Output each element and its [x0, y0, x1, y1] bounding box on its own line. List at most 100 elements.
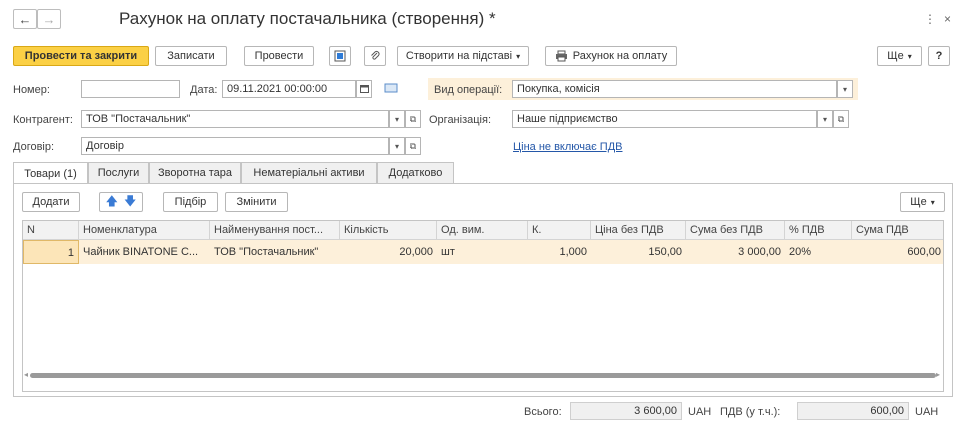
post-and-close-button[interactable]: Провести та закрити: [13, 46, 149, 66]
table-more-button[interactable]: Ще ▾: [900, 192, 945, 212]
chevron-down-icon: ▾: [394, 141, 399, 151]
goods-table[interactable]: N Номенклатура Найменування пост... Кіль…: [22, 220, 944, 392]
scroll-left-icon[interactable]: ◂: [24, 370, 28, 379]
cell-vat-rate[interactable]: 20%: [785, 240, 852, 264]
more-options-icon[interactable]: ⋮: [924, 12, 936, 26]
tab-services[interactable]: Послуги: [88, 162, 149, 183]
cell-supplier-name[interactable]: ТОВ "Постачальник": [210, 240, 340, 264]
col-header-supplier-name[interactable]: Найменування пост...: [210, 221, 340, 239]
vat-currency: UAH: [915, 406, 939, 418]
selection-button[interactable]: Підбір: [163, 192, 218, 212]
move-up-icon[interactable]: 🡅: [106, 192, 118, 213]
help-button[interactable]: ?: [928, 46, 950, 66]
table-row[interactable]: 1 Чайник BINATONE C... ТОВ "Постачальник…: [23, 240, 943, 264]
date-field[interactable]: 09.11.2021 00:00:00: [222, 80, 356, 98]
cell-price[interactable]: 150,00: [591, 240, 686, 264]
more-button[interactable]: Ще ▾: [877, 46, 922, 66]
cell-nomenclature[interactable]: Чайник BINATONE C...: [79, 240, 210, 264]
post-button[interactable]: Провести: [244, 46, 314, 66]
page-title: Рахунок на оплату постачальника (створен…: [119, 9, 496, 28]
cell-n[interactable]: 1: [23, 240, 79, 264]
create-based-button[interactable]: Створити на підставі ▾: [397, 46, 529, 66]
back-arrow-icon: ←: [18, 11, 32, 27]
forward-arrow-icon: →: [42, 11, 56, 27]
operation-field[interactable]: Покупка, комісія: [512, 80, 837, 98]
calendar-button[interactable]: [356, 80, 372, 98]
back-button[interactable]: ←: [13, 9, 37, 29]
report-icon: [334, 50, 346, 62]
operation-label: Вид операції:: [434, 84, 503, 96]
vat-mode-link[interactable]: Ціна не включає ПДВ: [513, 141, 623, 153]
report-button[interactable]: [329, 46, 351, 66]
tab-additional[interactable]: Додатково: [377, 162, 454, 183]
counterparty-dropdown-button[interactable]: ▾: [389, 110, 405, 128]
dropdown-arrow-icon: ▾: [930, 197, 935, 207]
vat-total-label: ПДВ (у т.ч.):: [720, 406, 781, 418]
tab-goods[interactable]: Товари (1): [13, 162, 88, 184]
forward-button[interactable]: →: [37, 9, 61, 29]
col-header-amount[interactable]: Сума без ПДВ: [686, 221, 785, 239]
counterparty-open-button[interactable]: ⧉: [405, 110, 421, 128]
add-row-button[interactable]: Додати: [22, 192, 80, 212]
create-based-label: Створити на підставі: [405, 50, 513, 62]
horizontal-scrollbar[interactable]: [30, 373, 936, 378]
open-form-icon: ⧉: [409, 113, 417, 124]
organization-field[interactable]: Наше підприємство: [512, 110, 817, 128]
col-header-vat-amount[interactable]: Сума ПДВ: [852, 221, 943, 239]
chevron-down-icon: ▾: [822, 114, 827, 124]
cell-unit[interactable]: шт: [437, 240, 528, 264]
date-edit-icon[interactable]: [384, 82, 398, 97]
tab-returnable-packaging[interactable]: Зворотна тара: [149, 162, 241, 183]
contract-field[interactable]: Договір: [81, 137, 389, 155]
col-header-unit[interactable]: Од. вим.: [437, 221, 528, 239]
move-buttons: 🡅 🡇: [99, 192, 143, 212]
organization-dropdown-button[interactable]: ▾: [817, 110, 833, 128]
col-header-quantity[interactable]: Кількість: [340, 221, 437, 239]
change-button[interactable]: Змінити: [225, 192, 288, 212]
more-label: Ще: [887, 50, 904, 62]
vat-total-field: 600,00: [797, 402, 909, 420]
move-down-icon[interactable]: 🡇: [124, 192, 136, 213]
col-header-coef[interactable]: К.: [528, 221, 591, 239]
counterparty-field[interactable]: ТОВ "Постачальник": [81, 110, 389, 128]
cell-coef[interactable]: 1,000: [528, 240, 591, 264]
total-label: Всього:: [524, 406, 562, 418]
write-button[interactable]: Записати: [155, 46, 227, 66]
print-invoice-label: Рахунок на оплату: [572, 50, 668, 62]
tab-intangible-assets[interactable]: Нематеріальні активи: [241, 162, 377, 183]
contract-dropdown-button[interactable]: ▾: [389, 137, 405, 155]
organization-label: Організація:: [429, 114, 491, 126]
contract-open-button[interactable]: ⧉: [405, 137, 421, 155]
attach-button[interactable]: [364, 46, 386, 66]
total-field: 3 600,00: [570, 402, 682, 420]
col-header-price[interactable]: Ціна без ПДВ: [591, 221, 686, 239]
contract-label: Договір:: [13, 141, 55, 153]
dropdown-arrow-icon: ▾: [516, 51, 521, 61]
scroll-right-icon[interactable]: ▸: [936, 370, 940, 379]
col-header-nomenclature[interactable]: Номенклатура: [79, 221, 210, 239]
cell-vat-amount[interactable]: 600,00: [852, 240, 943, 264]
table-more-label: Ще: [910, 196, 927, 208]
number-field[interactable]: [81, 80, 180, 98]
counterparty-label: Контрагент:: [13, 114, 73, 126]
paperclip-icon: [371, 51, 380, 60]
dropdown-arrow-icon: ▾: [907, 51, 912, 61]
col-header-n[interactable]: N: [23, 221, 79, 239]
close-icon[interactable]: ×: [944, 12, 951, 26]
chevron-down-icon: ▾: [394, 114, 399, 124]
total-currency: UAH: [688, 406, 712, 418]
col-header-vat-rate[interactable]: % ПДВ: [785, 221, 852, 239]
calendar-icon: [359, 85, 369, 93]
organization-open-button[interactable]: ⧉: [833, 110, 849, 128]
chevron-down-icon: ▾: [842, 84, 847, 94]
operation-dropdown-button[interactable]: ▾: [837, 80, 853, 98]
cell-quantity[interactable]: 20,000: [340, 240, 437, 264]
date-label: Дата:: [190, 84, 218, 96]
number-label: Номер:: [13, 84, 50, 96]
open-form-icon: ⧉: [837, 113, 845, 124]
table-header: N Номенклатура Найменування пост... Кіль…: [23, 221, 943, 240]
print-invoice-button[interactable]: Рахунок на оплату: [545, 46, 677, 66]
cell-amount[interactable]: 3 000,00: [686, 240, 785, 264]
printer-icon: [555, 50, 567, 62]
open-form-icon: ⧉: [409, 140, 417, 151]
